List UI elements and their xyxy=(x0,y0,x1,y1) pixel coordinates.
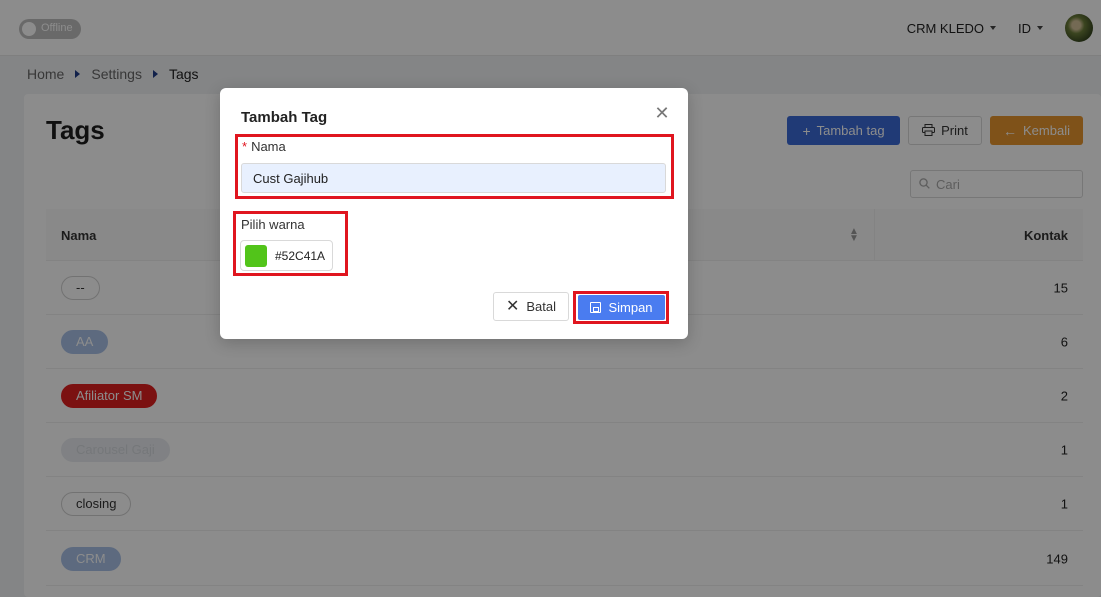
color-swatch[interactable] xyxy=(245,244,267,267)
cancel-label: Batal xyxy=(526,299,557,314)
name-label-text: Nama xyxy=(251,139,286,154)
save-button[interactable]: Simpan xyxy=(578,295,665,320)
color-picker[interactable]: #52C41A xyxy=(240,240,333,271)
close-icon: ✕ xyxy=(505,297,520,315)
name-label: * Nama xyxy=(242,139,286,154)
color-value: #52C41A xyxy=(275,248,326,263)
save-icon xyxy=(590,302,602,313)
close-icon[interactable]: ✕ xyxy=(654,104,670,122)
tag-name-value: Cust Gajihub xyxy=(253,170,329,186)
modal-title: Tambah Tag xyxy=(241,109,328,126)
save-label: Simpan xyxy=(608,300,653,315)
tag-name-input[interactable]: Cust Gajihub xyxy=(241,163,666,193)
color-label: Pilih warna xyxy=(241,217,305,232)
required-mark: * xyxy=(242,139,248,154)
cancel-button[interactable]: ✕ Batal xyxy=(493,292,569,321)
